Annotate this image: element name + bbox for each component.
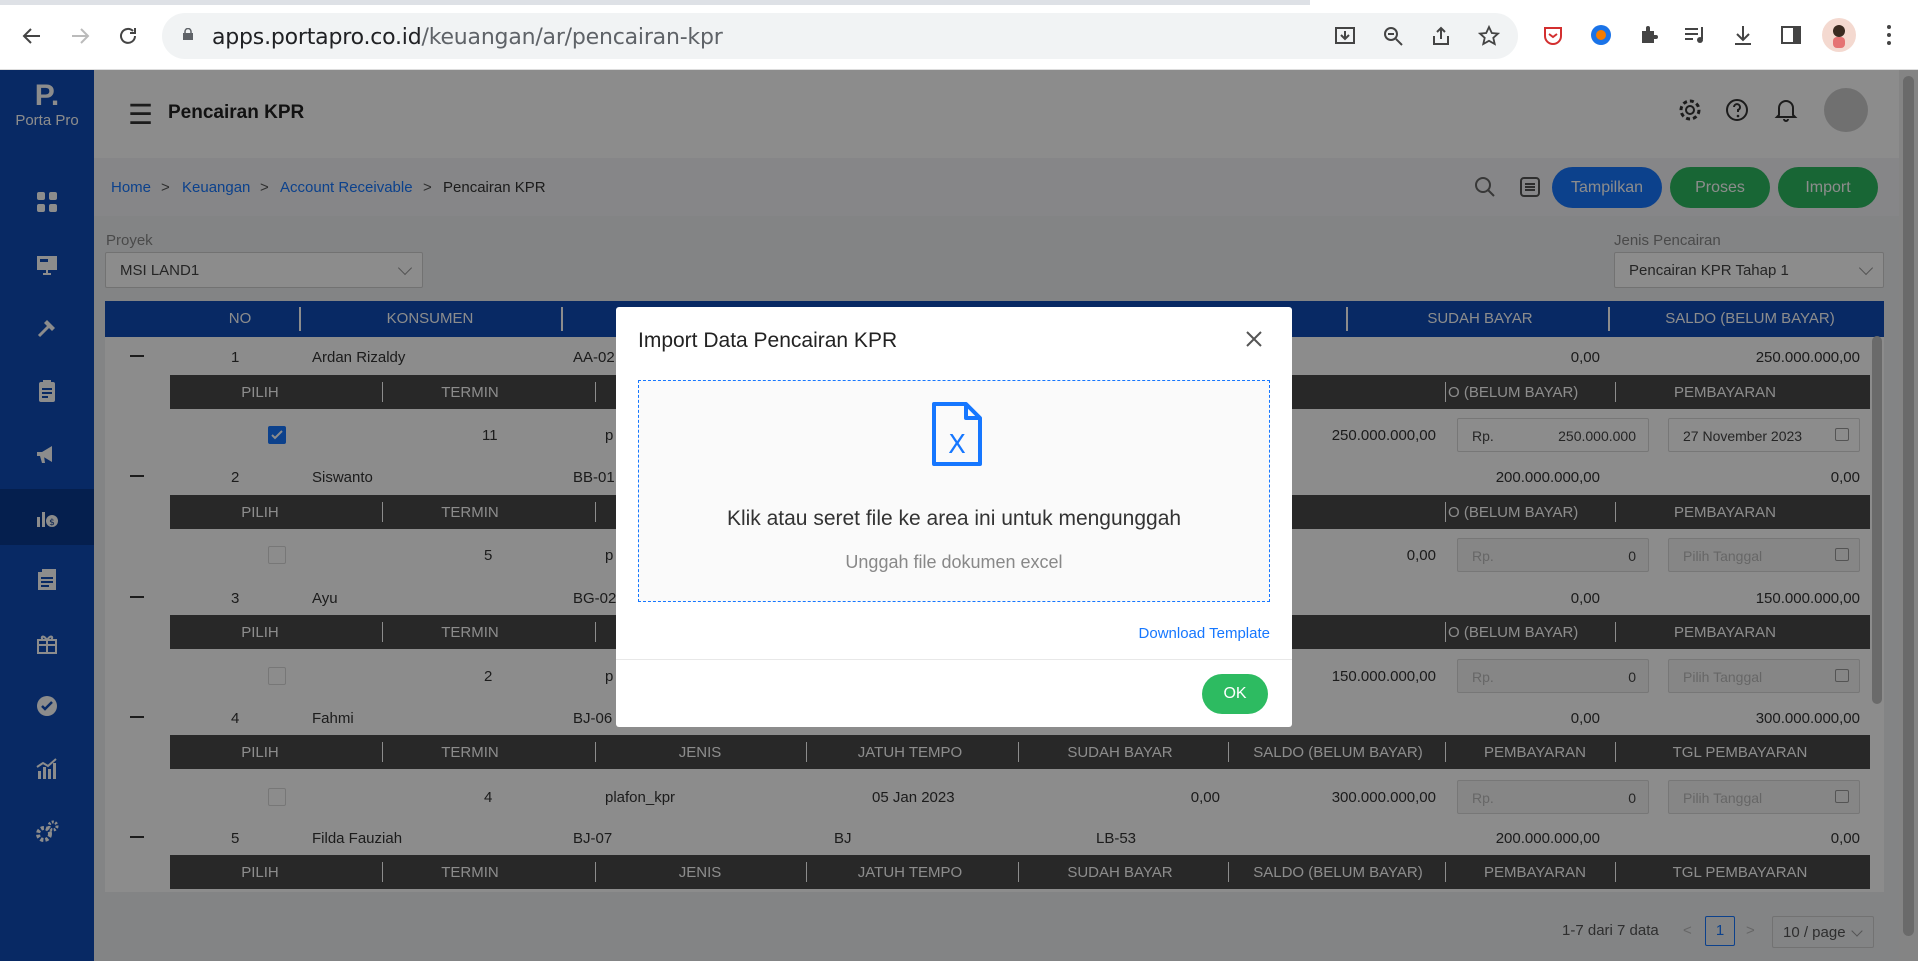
dropzone-text: Klik atau seret file ke area ini untuk m…	[726, 507, 1182, 530]
tab-strip	[0, 0, 1310, 5]
zoom-icon[interactable]	[1380, 23, 1406, 49]
svg-text:X: X	[948, 430, 966, 460]
address-bar[interactable]: apps.portapro.co.id/keuangan/ar/pencaira…	[162, 13, 1518, 59]
download-icon[interactable]	[1730, 22, 1756, 48]
lock-icon	[183, 28, 193, 40]
ok-button[interactable]: OK	[1202, 674, 1268, 714]
extension-shield-icon[interactable]	[1540, 22, 1566, 48]
file-dropzone[interactable]: X Klik atau seret file ke area ini untuk…	[638, 380, 1270, 602]
reload-icon[interactable]	[112, 20, 144, 52]
excel-file-icon: X	[932, 402, 982, 466]
back-icon[interactable]	[16, 20, 48, 52]
modal-title: Import Data Pencairan KPR	[638, 329, 898, 352]
dropzone-hint: Unggah file dokumen excel	[845, 552, 1063, 572]
media-queue-icon[interactable]	[1682, 22, 1708, 48]
extensions-puzzle-icon[interactable]	[1636, 22, 1662, 48]
url-text: apps.portapro.co.id/keuangan/ar/pencaira…	[212, 25, 723, 50]
browser-menu-icon[interactable]	[1876, 22, 1902, 48]
modal-divider	[616, 659, 1292, 660]
extension-circle-icon[interactable]	[1588, 22, 1614, 48]
browser-toolbar: apps.portapro.co.id/keuangan/ar/pencaira…	[0, 0, 1918, 70]
install-app-icon[interactable]	[1332, 23, 1358, 49]
download-template-link[interactable]: Download Template	[1139, 625, 1270, 642]
share-icon[interactable]	[1428, 23, 1454, 49]
close-icon[interactable]	[1244, 329, 1264, 349]
forward-icon[interactable]	[64, 20, 96, 52]
profile-avatar-icon[interactable]	[1822, 18, 1856, 52]
side-panel-icon[interactable]	[1778, 22, 1804, 48]
bookmark-star-icon[interactable]	[1476, 23, 1502, 49]
import-modal: Import Data Pencairan KPR X Klik atau se…	[616, 307, 1292, 727]
